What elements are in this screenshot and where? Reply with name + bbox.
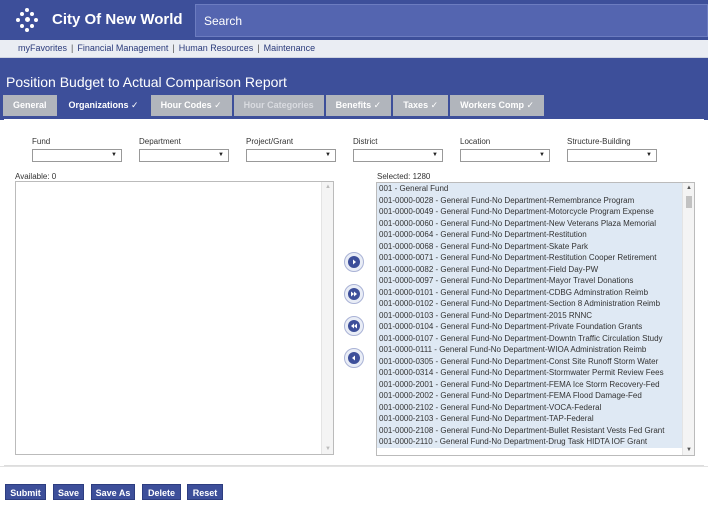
move-all-left-button[interactable] bbox=[344, 316, 364, 336]
filter-district: District ▼ bbox=[353, 137, 443, 162]
tab-hour-codes[interactable]: Hour Codes ✓ bbox=[150, 95, 232, 116]
list-item[interactable]: 001-0000-0103 - General Fund-No Departme… bbox=[377, 309, 682, 321]
filter-label: Project/Grant bbox=[246, 137, 294, 146]
submit-button[interactable]: Submit bbox=[5, 484, 46, 500]
list-item[interactable]: 001-0000-2110 - General Fund-No Departme… bbox=[377, 436, 682, 448]
nav-link-human-resources[interactable]: Human Resources bbox=[179, 43, 254, 53]
scrollbar-thumb[interactable] bbox=[686, 196, 692, 208]
filter-label: Department bbox=[139, 137, 181, 146]
selected-count-label: Selected: 1280 bbox=[377, 172, 431, 181]
list-item[interactable]: 001-0000-2102 - General Fund-No Departme… bbox=[377, 401, 682, 413]
move-all-right-button[interactable] bbox=[344, 284, 364, 304]
nav-link-maintenance[interactable]: Maintenance bbox=[264, 43, 316, 53]
list-item[interactable]: 001-0000-0107 - General Fund-No Departme… bbox=[377, 332, 682, 344]
search-box[interactable] bbox=[195, 4, 708, 37]
list-item[interactable]: 001 - General Fund bbox=[377, 183, 682, 195]
list-item[interactable]: 001-0000-0101 - General Fund-No Departme… bbox=[377, 286, 682, 298]
list-item[interactable]: 001-0000-0102 - General Fund-No Departme… bbox=[377, 298, 682, 310]
tab-taxes[interactable]: Taxes ✓ bbox=[393, 95, 449, 116]
selected-items: 001 - General Fund 001-0000-0028 - Genera… bbox=[377, 183, 682, 448]
list-item[interactable]: 001-0000-0104 - General Fund-No Departme… bbox=[377, 321, 682, 333]
double-arrow-left-icon bbox=[348, 320, 360, 332]
dropdown-arrow-icon: ▼ bbox=[646, 152, 652, 158]
available-list[interactable]: ▲ ▼ bbox=[15, 181, 334, 455]
list-item[interactable]: 001-0000-0082 - General Fund-No Departme… bbox=[377, 263, 682, 275]
tab-general[interactable]: General bbox=[3, 95, 57, 116]
scroll-down-icon[interactable]: ▼ bbox=[325, 446, 331, 452]
filter-project-grant: Project/Grant ▼ bbox=[246, 137, 336, 162]
dropdown-arrow-icon: ▼ bbox=[325, 152, 331, 158]
structure-building-select[interactable]: ▼ bbox=[567, 149, 657, 162]
double-arrow-right-icon bbox=[348, 288, 360, 300]
filter-fund: Fund ▼ bbox=[32, 137, 122, 162]
filter-label: Fund bbox=[32, 137, 51, 146]
project-grant-select[interactable]: ▼ bbox=[246, 149, 336, 162]
selected-list[interactable]: 001 - General Fund 001-0000-0028 - Genera… bbox=[376, 182, 695, 456]
dropdown-arrow-icon: ▼ bbox=[111, 152, 117, 158]
department-select[interactable]: ▼ bbox=[139, 149, 229, 162]
nav-link-financial-management[interactable]: Financial Management bbox=[77, 43, 168, 53]
move-left-button[interactable] bbox=[344, 348, 364, 368]
available-list-scrollbar[interactable]: ▲ ▼ bbox=[321, 182, 333, 454]
list-item[interactable]: 001-0000-2108 - General Fund-No Departme… bbox=[377, 424, 682, 436]
list-item[interactable]: 001-0000-0305 - General Fund-No Departme… bbox=[377, 355, 682, 367]
save-as-button[interactable]: Save As bbox=[91, 484, 135, 500]
nav-separator: | bbox=[172, 43, 175, 53]
reset-button[interactable]: Reset bbox=[187, 484, 223, 500]
scroll-down-icon[interactable]: ▼ bbox=[686, 447, 692, 453]
scroll-up-icon[interactable]: ▲ bbox=[325, 184, 331, 190]
filter-department: Department ▼ bbox=[139, 137, 229, 162]
flower-logo-icon[interactable] bbox=[14, 7, 40, 33]
tab-organizations[interactable]: Organizations ✓ bbox=[58, 95, 149, 116]
district-select[interactable]: ▼ bbox=[353, 149, 443, 162]
list-item[interactable]: 001-0000-0071 - General Fund-No Departme… bbox=[377, 252, 682, 264]
move-right-button[interactable] bbox=[344, 252, 364, 272]
filter-label: Structure-Building bbox=[567, 137, 631, 146]
nav-separator: | bbox=[257, 43, 260, 53]
filter-label: Location bbox=[460, 137, 491, 146]
list-item[interactable]: 001-0000-2002 - General Fund-No Departme… bbox=[377, 390, 682, 402]
delete-button[interactable]: Delete bbox=[142, 484, 181, 500]
search-input[interactable] bbox=[196, 5, 707, 36]
arrow-left-icon bbox=[348, 352, 360, 364]
arrow-right-icon bbox=[348, 256, 360, 268]
list-item[interactable]: 001-0000-0028 - General Fund-No Departme… bbox=[377, 194, 682, 206]
tab-benefits[interactable]: Benefits ✓ bbox=[325, 95, 392, 116]
list-item[interactable]: 001-0000-0064 - General Fund-No Departme… bbox=[377, 229, 682, 241]
divider bbox=[0, 466, 708, 467]
nav-link-myfavorites[interactable]: myFavorites bbox=[18, 43, 67, 53]
list-item[interactable]: 001-0000-0060 - General Fund-No Departme… bbox=[377, 217, 682, 229]
list-item[interactable]: 001-0000-0314 - General Fund-No Departme… bbox=[377, 367, 682, 379]
filter-label: District bbox=[353, 137, 378, 146]
top-bar: City Of New World bbox=[0, 0, 708, 40]
selected-list-scrollbar[interactable]: ▲ ▼ bbox=[682, 183, 694, 455]
list-item[interactable]: 001-0000-2001 - General Fund-No Departme… bbox=[377, 378, 682, 390]
filter-location: Location ▼ bbox=[460, 137, 550, 162]
tab-hour-categories: Hour Categories bbox=[233, 95, 324, 116]
list-item[interactable]: 001-0000-0068 - General Fund-No Departme… bbox=[377, 240, 682, 252]
dropdown-arrow-icon: ▼ bbox=[432, 152, 438, 158]
tab-bar: General Organizations ✓ Hour Codes ✓ Hou… bbox=[3, 95, 546, 116]
save-button[interactable]: Save bbox=[53, 484, 84, 500]
app-title[interactable]: City Of New World bbox=[52, 11, 183, 28]
list-item[interactable]: 001-0000-0049 - General Fund-No Departme… bbox=[377, 206, 682, 218]
list-item[interactable]: 001-0000-0097 - General Fund-No Departme… bbox=[377, 275, 682, 287]
nav-links-bar: myFavorites | Financial Management | Human R… bbox=[0, 40, 708, 58]
available-count-label: Available: 0 bbox=[15, 172, 57, 181]
page-title: Position Budget to Actual Comparison Rep… bbox=[6, 74, 287, 90]
list-item[interactable]: 001-0000-2103 - General Fund-No Departme… bbox=[377, 413, 682, 425]
location-select[interactable]: ▼ bbox=[460, 149, 550, 162]
scroll-up-icon[interactable]: ▲ bbox=[686, 185, 692, 191]
dropdown-arrow-icon: ▼ bbox=[539, 152, 545, 158]
dropdown-arrow-icon: ▼ bbox=[218, 152, 224, 158]
filter-structure-building: Structure-Building ▼ bbox=[567, 137, 657, 162]
fund-select[interactable]: ▼ bbox=[32, 149, 122, 162]
list-item[interactable]: 001-0000-0111 - General Fund-No Departme… bbox=[377, 344, 682, 356]
nav-separator: | bbox=[71, 43, 74, 53]
tab-workers-comp[interactable]: Workers Comp ✓ bbox=[450, 95, 545, 116]
